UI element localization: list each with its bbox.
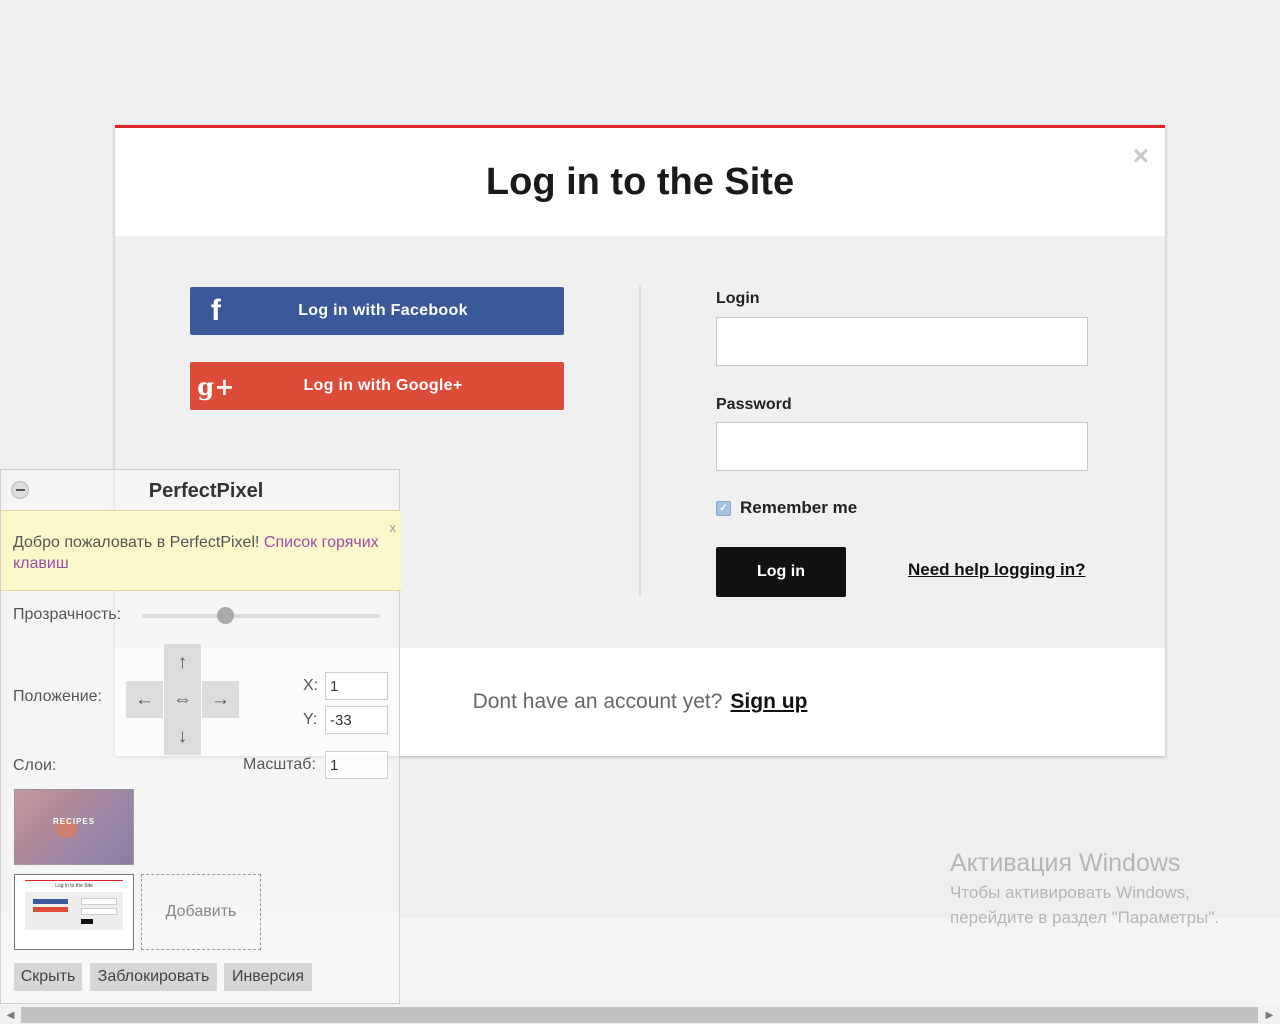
scroll-left-icon[interactable]: ◀ — [2, 1006, 19, 1024]
perfectpixel-panel: PerfectPixel x Добро пожаловать в Perfec… — [0, 469, 401, 1004]
layers-label: Слои: — [13, 757, 57, 774]
scale-label: Масштаб: — [243, 756, 316, 773]
x-label: X: — [303, 677, 319, 694]
remember-checkbox[interactable]: ✓ — [716, 500, 731, 516]
notice-text: Добро пожаловать в PerfectPixel! — [13, 534, 260, 551]
x-input[interactable] — [325, 672, 388, 700]
toggle-center-button[interactable]: ⇔ — [164, 681, 201, 718]
signup-text: Dont have an account yet? — [472, 690, 723, 713]
position-label: Положение: — [13, 688, 102, 705]
layer2-caption: Log in to the Site — [55, 883, 93, 889]
facebook-login-label: Log in with Facebook — [298, 302, 468, 319]
lock-button[interactable]: Заблокировать — [90, 963, 217, 991]
add-layer-button[interactable]: Добавить — [141, 874, 261, 950]
facebook-icon: f — [210, 294, 222, 327]
y-label: Y: — [303, 711, 318, 728]
layer-thumbnail-recipes[interactable]: RECIPES — [14, 789, 134, 865]
modal-title: Log in to the Site — [485, 160, 795, 203]
login-button[interactable]: Log in — [716, 547, 846, 597]
layer2-mini-input — [81, 908, 117, 915]
login-input[interactable] — [716, 317, 1088, 366]
layer1-caption: RECIPES — [52, 817, 96, 826]
opacity-label: Прозрачность: — [13, 606, 122, 623]
watermark-line1: Чтобы активировать Windows, — [950, 883, 1190, 902]
invert-button[interactable]: Инверсия — [224, 963, 312, 991]
layer2-mini-input — [81, 898, 117, 905]
perfectpixel-title: PerfectPixel — [148, 480, 264, 502]
password-label: Password — [716, 396, 792, 413]
remember-label: Remember me — [740, 498, 858, 517]
google-login-label: Log in with Google+ — [303, 377, 463, 394]
help-link[interactable]: Need help logging in? — [908, 560, 1086, 580]
scroll-right-icon[interactable]: ▶ — [1261, 1006, 1278, 1024]
layer2-mini-button — [81, 919, 93, 924]
layer2-mini-body — [25, 892, 123, 930]
opacity-slider-track[interactable] — [142, 614, 380, 618]
vertical-divider — [639, 286, 641, 596]
watermark-line2: перейдите в раздел "Параметры". — [950, 908, 1220, 927]
google-plus-icon: g+ — [197, 371, 235, 401]
horizontal-scrollbar[interactable]: ◀ ▶ — [0, 1006, 1280, 1024]
move-left-button[interactable]: ← — [126, 681, 163, 718]
password-input[interactable] — [716, 422, 1088, 471]
move-right-button[interactable]: → — [202, 681, 239, 718]
signup-link[interactable]: Sign up — [730, 690, 807, 714]
notice-close-icon[interactable]: x — [390, 517, 397, 538]
y-input[interactable] — [325, 706, 388, 734]
layer2-mini-footer — [25, 930, 123, 942]
facebook-login-button[interactable]: f Log in with Facebook — [190, 287, 564, 335]
google-login-button[interactable]: g+ Log in with Google+ — [190, 362, 564, 410]
scale-input[interactable] — [325, 751, 388, 779]
layer2-mini-facebook — [33, 899, 68, 904]
move-down-button[interactable]: ↓ — [164, 718, 201, 755]
hide-button[interactable]: Скрыть — [14, 963, 82, 991]
welcome-notice: x Добро пожаловать в PerfectPixel! Списо… — [1, 510, 401, 591]
close-icon[interactable]: × — [1133, 142, 1149, 170]
scrollbar-thumb[interactable] — [21, 1007, 1258, 1023]
layer2-mini-google — [33, 907, 68, 912]
watermark-title: Активация Windows — [950, 849, 1181, 877]
login-label: Login — [716, 290, 760, 307]
layer-thumbnail-login[interactable]: Log in to the Site — [14, 874, 134, 950]
remember-me[interactable]: ✓ Remember me — [716, 498, 857, 518]
opacity-slider-thumb[interactable] — [216, 607, 234, 624]
move-up-button[interactable]: ↑ — [164, 644, 201, 681]
